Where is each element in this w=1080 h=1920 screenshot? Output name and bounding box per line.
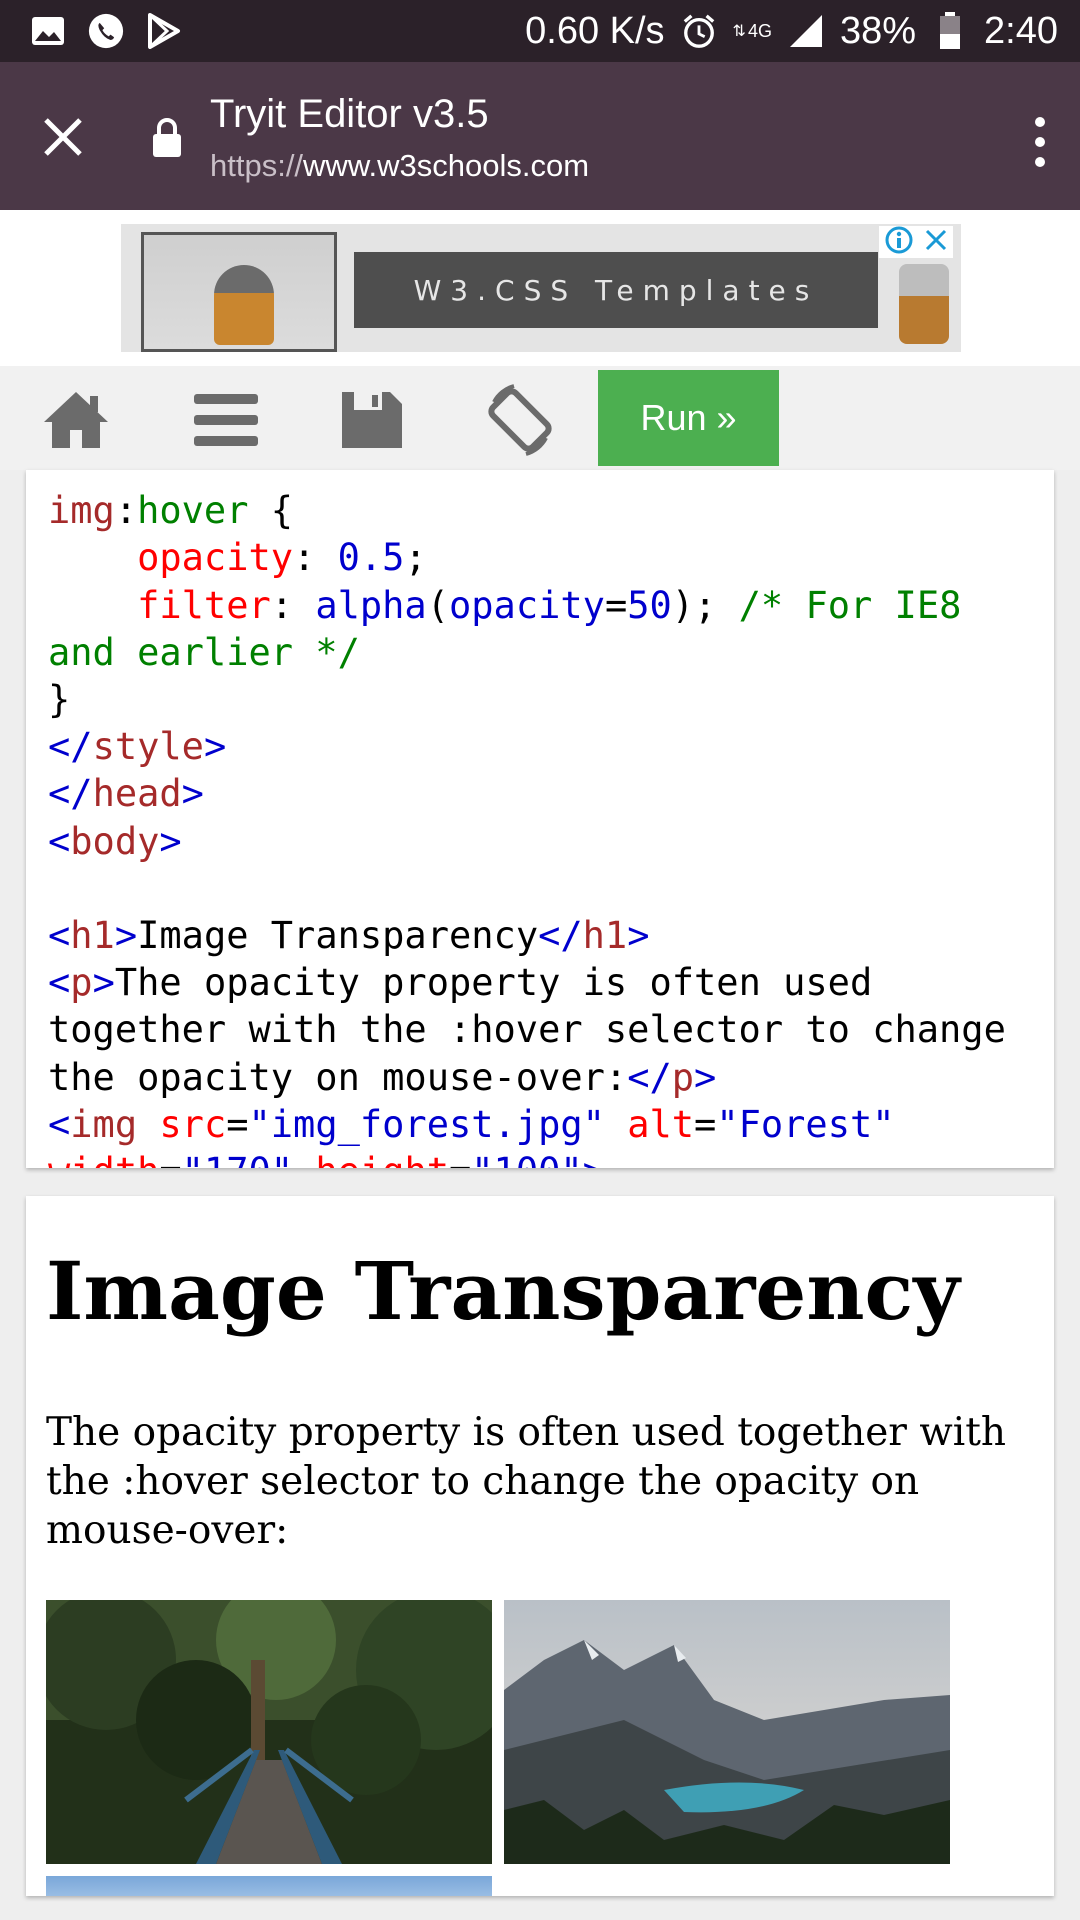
- battery-level: 38%: [839, 9, 917, 52]
- gallery-notification-icon: [30, 13, 66, 49]
- ad-close-icon[interactable]: [924, 228, 948, 257]
- more-options-icon[interactable]: [1030, 114, 1050, 170]
- network-type: ⇅ 4G: [732, 20, 772, 41]
- ad-area: W3.CSS Templates: [0, 210, 1080, 366]
- third-image-partial[interactable]: [46, 1876, 492, 1896]
- forest-image[interactable]: [46, 1600, 492, 1864]
- status-bar: 0.60 K/s ⇅ 4G 38% 2:40: [0, 0, 1080, 62]
- code-line-2: opacity: 0.5;: [137, 536, 427, 580]
- result-paragraph: The opacity property is often used toget…: [46, 1410, 1006, 1553]
- code-line-11: <img src="img_forest.jpg" alt="Forest" w…: [48, 1102, 895, 1168]
- ad-info-icon[interactable]: [885, 226, 913, 259]
- code-line-5: </style>: [48, 725, 227, 769]
- rotate-icon[interactable]: [484, 382, 556, 458]
- page-title: Tryit Editor v3.5: [210, 92, 489, 136]
- clock: 2:40: [984, 9, 1058, 52]
- ad-banner-text: W3.CSS Templates: [354, 252, 878, 328]
- lock-icon: [150, 117, 184, 159]
- save-icon[interactable]: [336, 388, 408, 452]
- run-button[interactable]: Run »: [598, 370, 779, 466]
- code-line-7: <body>: [48, 819, 182, 863]
- code-line-3: filter: alpha(opacity=50); /* For IE8 an…: [48, 583, 984, 674]
- menu-icon[interactable]: [190, 388, 262, 452]
- url-host: www.w3schools.com: [303, 148, 590, 183]
- url-scheme: https://: [210, 148, 304, 183]
- close-icon[interactable]: [38, 112, 88, 162]
- result-heading: Image Transparency: [46, 1244, 960, 1338]
- ad-choices[interactable]: [879, 226, 953, 258]
- ad-image-small: [899, 264, 949, 344]
- home-icon[interactable]: [40, 388, 112, 452]
- ad-banner[interactable]: W3.CSS Templates: [121, 224, 961, 352]
- signal-icon: [788, 13, 824, 49]
- page-url: https://www.w3schools.com: [210, 148, 589, 184]
- editor-toolbar: Run »: [0, 366, 1080, 470]
- play-store-icon: [146, 13, 182, 49]
- mountains-image[interactable]: [504, 1600, 950, 1864]
- custom-tab-toolbar: Tryit Editor v3.5 https://www.w3schools.…: [0, 62, 1080, 210]
- code-line-9: <h1>Image Transparency</h1>: [48, 914, 650, 958]
- code-line-6: </head>: [48, 772, 204, 816]
- code-line-10: <p>The opacity property is often used to…: [48, 961, 1029, 1099]
- ad-image: [141, 232, 337, 352]
- code-line-4: }: [48, 678, 71, 722]
- network-speed: 0.60 K/s: [525, 9, 665, 52]
- alarm-icon: [681, 13, 717, 49]
- phone-call-icon: [88, 13, 124, 49]
- code-editor[interactable]: img:hover { opacity: 0.5; filter: alpha(…: [26, 470, 1054, 1168]
- code-text: img:hover { opacity: 0.5; filter: alpha(…: [48, 470, 1048, 1168]
- code-line-1: img:hover {: [48, 489, 294, 533]
- battery-icon: [932, 12, 968, 49]
- result-frame[interactable]: Image Transparency The opacity property …: [26, 1196, 1054, 1896]
